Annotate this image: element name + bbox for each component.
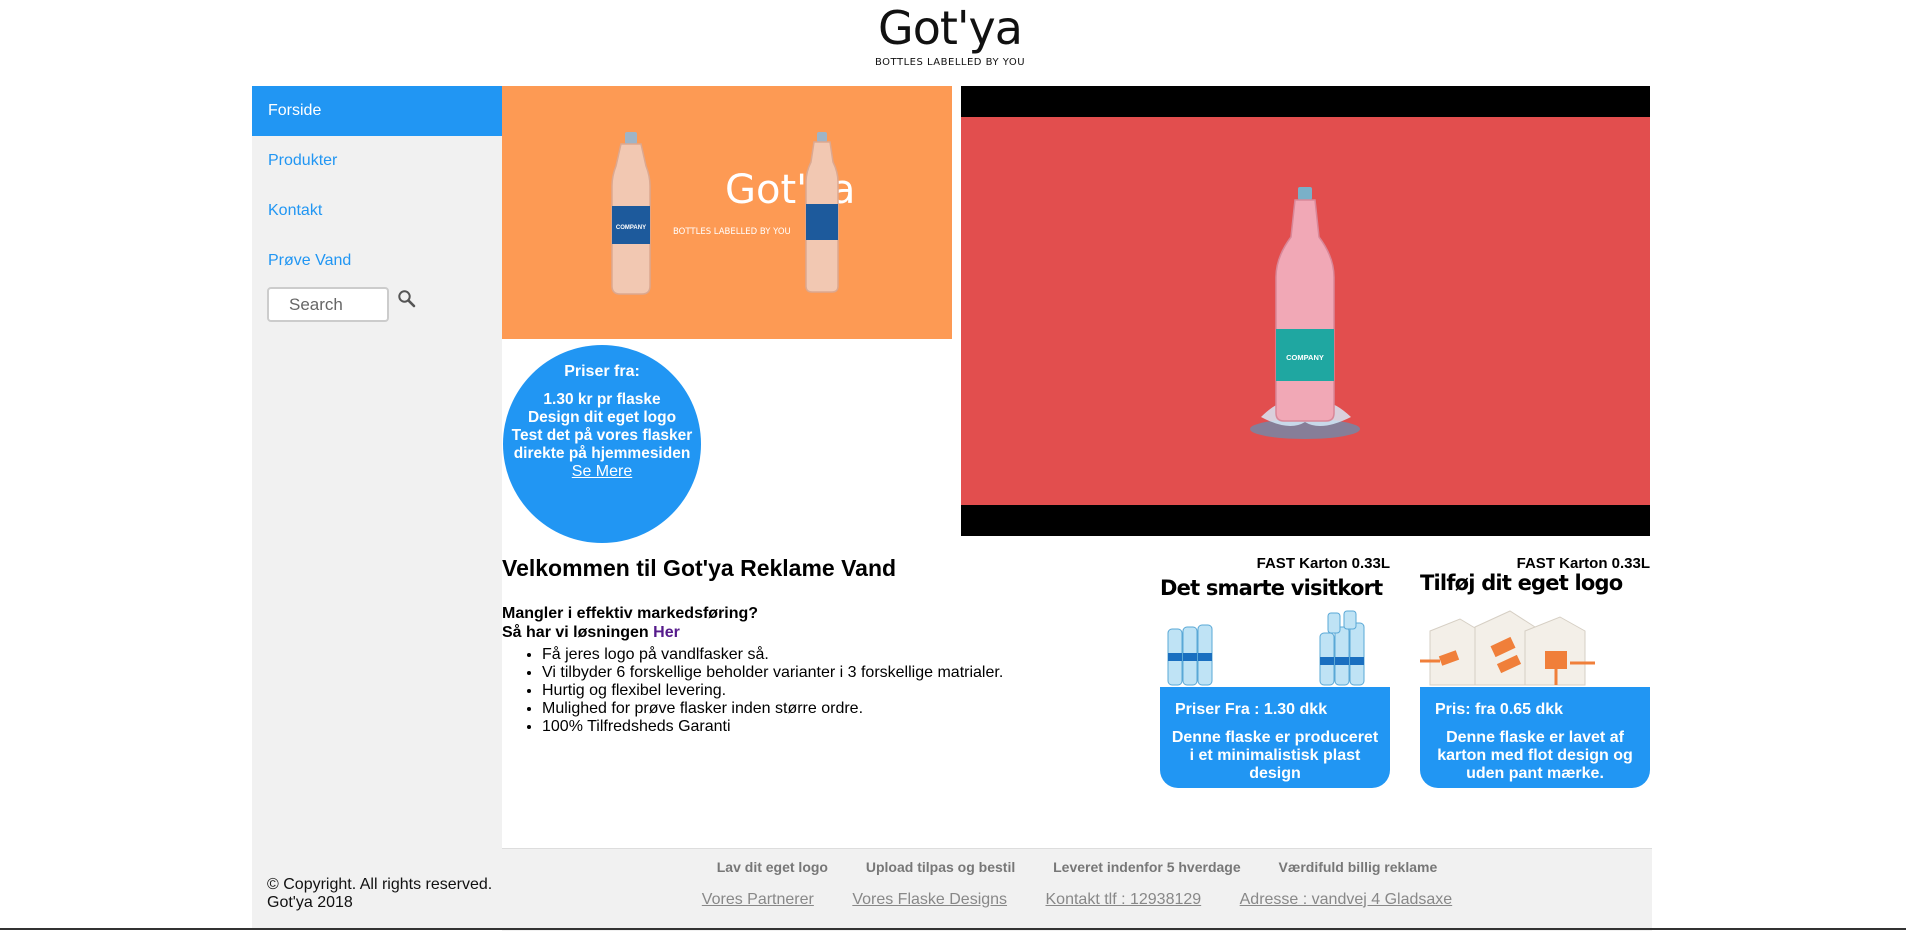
card-title: FAST Karton 0.33L [1256,555,1390,572]
card-description: Denne flaske er lavet af karton med flot… [1437,729,1633,782]
hero-bottles-image: COMPANY Got'ya BOTTLES LABELLED BY YOU [611,132,855,295]
water-bottles-image [1167,610,1365,686]
logo-brand: Got'ya [878,1,1023,55]
list-item: Hurtig og flexibel levering. [542,682,1102,700]
site-logo[interactable]: Got'ya BOTTLES LABELLED BY YOU [860,0,1040,80]
logo-tagline: BOTTLES LABELLED BY YOU [874,57,1026,68]
search-input[interactable] [267,287,389,322]
nav-item-prove-vand[interactable]: Prøve Vand [252,236,502,286]
price-heading: Priser fra: [564,363,640,380]
card-price: Pris: fra 0.65 dkk [1435,701,1564,718]
copyright-year: Got'ya 2018 [267,894,353,911]
card-price: Priser Fra : 1.30 dkk [1175,701,1328,718]
hero-banner: COMPANY Got'ya BOTTLES LABELLED BY YOU [502,86,952,339]
footer-link-address[interactable]: Adresse : vandvej 4 Gladsaxe [1240,891,1453,908]
feature-line: Test det på vores flasker [511,427,693,444]
feature-line: direkte på hjemmesiden [513,445,691,462]
nav-item-forside[interactable]: Forside [252,86,502,136]
card-description: Denne flaske er produceret i et minimali… [1171,729,1379,782]
list-item: Vi tilbyder 6 forskellige beholder varia… [542,664,1102,682]
hero-tagline: BOTTLES LABELLED BY YOU [673,227,791,237]
card-info-panel: Priser Fra : 1.30 dkk Denne flaske er pr… [1160,687,1390,788]
price-circle: Priser fra: 1.30 kr pr flaske Design dit… [503,345,701,543]
list-item: Mulighed for prøve flasker inden større … [542,700,1102,718]
footer: Lav dit eget logo Upload tilpas og besti… [502,848,1652,931]
benefits-list: Få jeres logo på vandlfasker så. Vi tilb… [502,646,1102,736]
card-slogan: Det smarte visitkort [1160,576,1383,600]
copyright-line: © Copyright. All rights reserved. [267,876,493,893]
video-bottle-image: COMPANY [1250,187,1360,439]
sidebar: Forside Produkter Kontakt Prøve Vand © C… [252,86,502,930]
search-icon[interactable] [397,289,417,311]
product-card-carton[interactable]: FAST Karton 0.33L Tilføj dit eget logo P… [1420,555,1650,788]
welcome-title: Velkommen til Got'ya Reklame Vand [502,555,897,581]
product-card-plastic[interactable]: FAST Karton 0.33L Det smarte visitkort P… [1160,555,1390,788]
footer-link-designs[interactable]: Vores Flaske Designs [852,891,1007,908]
card-title: FAST Karton 0.33L [1516,555,1650,572]
footer-label: Leveret indenfor 5 hverdage [1053,859,1241,875]
card-info-panel: Pris: fra 0.65 dkk Denne flaske er lavet… [1420,687,1650,788]
bottle-icon [805,132,839,293]
welcome-question: Mangler i effektiv markedsføring? [502,605,759,622]
feature-line: Design dit eget logo [527,409,677,426]
footer-link-partners[interactable]: Vores Partnerer [702,891,814,908]
nav-item-kontakt[interactable]: Kontakt [252,186,502,236]
bottle-icon: COMPANY [611,132,651,295]
footer-label: Værdifuld billig reklame [1278,859,1438,875]
footer-label: Upload tilpas og bestil [865,859,1016,875]
video-player[interactable]: COMPANY [961,86,1650,536]
list-item: Få jeres logo på vandlfasker så. [542,646,1102,664]
svg-text:COMPANY: COMPANY [616,225,646,231]
list-item: 100% Tilfredsheds Garanti [542,718,1102,736]
search-form [267,287,416,322]
copyright: © Copyright. All rights reserved. Got'ya… [267,876,492,912]
carton-boxes-image [1420,610,1595,686]
footer-label: Lav dit eget logo [716,859,828,875]
welcome-section: Velkommen til Got'ya Reklame Vand Mangle… [502,555,1102,736]
footer-link-phone[interactable]: Kontakt tlf : 12938129 [1046,891,1202,908]
price-line: 1.30 kr pr flaske [543,391,661,408]
solution-text: Så har vi løsningen [502,624,649,641]
card-slogan: Tilføj dit eget logo [1420,571,1623,595]
video-frame: COMPANY [961,117,1650,505]
solution-link[interactable]: Her [653,624,680,641]
svg-text:COMPANY: COMPANY [1286,353,1324,362]
see-more-link[interactable]: Se Mere [572,463,632,480]
nav-item-produkter[interactable]: Produkter [252,136,502,186]
